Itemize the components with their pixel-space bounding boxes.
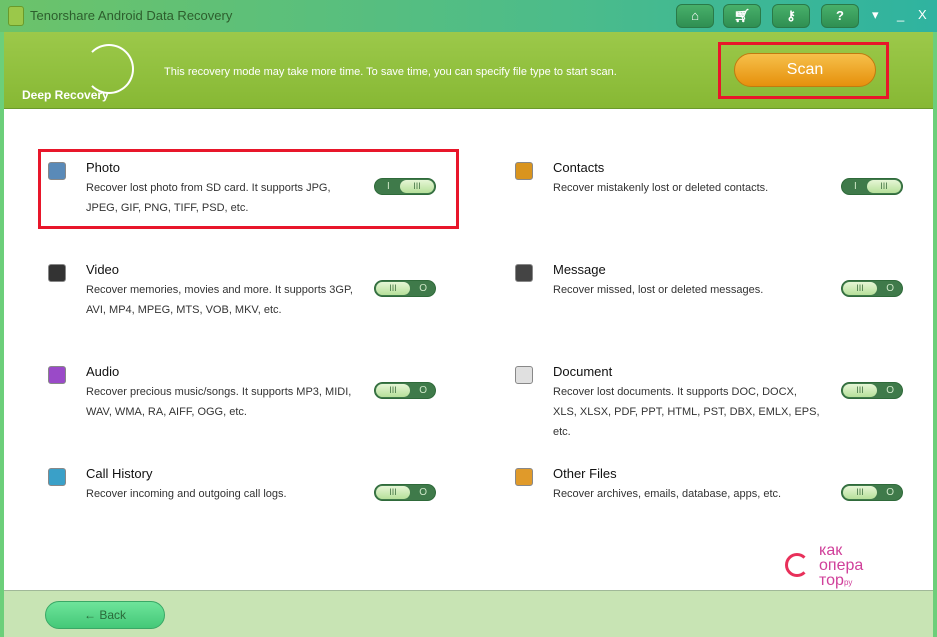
item-name: Audio	[86, 364, 120, 379]
help-icon: ?	[836, 8, 844, 23]
close-button[interactable]: X	[918, 7, 927, 22]
audio-icon	[48, 366, 66, 384]
toggle-message[interactable]: O III	[841, 280, 903, 297]
scan-button[interactable]: Scan	[734, 53, 876, 87]
toggle-audio[interactable]: O III	[374, 382, 436, 399]
toggle-knob[interactable]: III	[843, 486, 877, 499]
help-button[interactable]: ?	[821, 4, 859, 28]
toggle-knob[interactable]: III	[376, 486, 410, 499]
watermark-text: ру	[843, 578, 853, 587]
register-button[interactable]: ⚷	[772, 4, 810, 28]
cart-button[interactable]: 🛒︎	[723, 4, 761, 28]
signal-icon	[785, 553, 809, 577]
item-description: Recover archives, emails, database, apps…	[553, 488, 782, 500]
item-description: Recover memories, movies and more. It su…	[86, 284, 353, 316]
toggle-knob[interactable]: III	[843, 282, 877, 295]
call-history-icon	[48, 468, 66, 486]
cart-icon: 🛒︎	[733, 8, 751, 23]
toggle-knob[interactable]: III	[843, 384, 877, 397]
toggle-state-mark: O	[419, 385, 427, 396]
toggle-state-mark: O	[886, 283, 894, 294]
title-bar: Tenorshare Android Data Recovery ⌂ 🛒︎ ⚷ …	[0, 0, 937, 32]
toggle-document[interactable]: O III	[841, 382, 903, 399]
android-app-icon	[8, 6, 24, 26]
watermark-text: тор	[819, 572, 844, 589]
toggle-knob[interactable]: III	[376, 282, 410, 295]
document-icon	[515, 366, 533, 384]
toggle-state-mark: O	[419, 487, 427, 498]
item-description: Recover lost documents. It supports DOC,…	[553, 386, 820, 438]
toggle-video[interactable]: O III	[374, 280, 436, 297]
back-button[interactable]: ← Back	[45, 601, 165, 629]
item-name: Other Files	[553, 466, 617, 481]
toggle-contacts[interactable]: I III	[841, 178, 903, 195]
toggle-state-mark: O	[419, 283, 427, 294]
key-icon: ⚷	[786, 8, 796, 23]
item-description: Recover mistakenly lost or deleted conta…	[553, 182, 769, 194]
arrow-left-icon: ←	[83, 608, 96, 622]
mode-hint: This recovery mode may take more time. T…	[164, 66, 617, 78]
deep-recovery-icon	[84, 44, 134, 94]
back-label: Back	[99, 608, 127, 622]
other-files-icon	[515, 468, 533, 486]
window-border	[933, 32, 937, 637]
window-title: Tenorshare Android Data Recovery	[30, 8, 233, 23]
toggle-knob[interactable]: III	[867, 180, 901, 193]
item-name: Message	[553, 262, 606, 277]
toggle-call-history[interactable]: O III	[374, 484, 436, 501]
item-description: Recover precious music/songs. It support…	[86, 386, 352, 418]
item-name: Call History	[86, 466, 153, 481]
item-name: Contacts	[553, 160, 605, 175]
item-name: Video	[86, 262, 120, 277]
item-name: Document	[553, 364, 613, 379]
minimize-button[interactable]: _	[897, 7, 904, 22]
home-button[interactable]: ⌂	[676, 4, 714, 28]
toggle-other-files[interactable]: O III	[841, 484, 903, 501]
mode-label: Deep Recovery	[22, 88, 109, 102]
item-description: Recover incoming and outgoing call logs.	[86, 488, 287, 500]
message-icon	[515, 264, 533, 282]
toggle-knob[interactable]: III	[376, 384, 410, 397]
video-icon	[48, 264, 66, 282]
item-description: Recover missed, lost or deleted messages…	[553, 284, 764, 296]
footer: ← Back	[4, 590, 933, 637]
menu-dropdown-icon[interactable]: ▾	[872, 7, 879, 23]
toggle-state-mark: I	[854, 181, 857, 192]
highlight-frame	[38, 149, 459, 229]
toggle-state-mark: O	[886, 385, 894, 396]
contacts-icon	[515, 162, 533, 180]
home-icon: ⌂	[691, 8, 699, 23]
toggle-state-mark: O	[886, 487, 894, 498]
